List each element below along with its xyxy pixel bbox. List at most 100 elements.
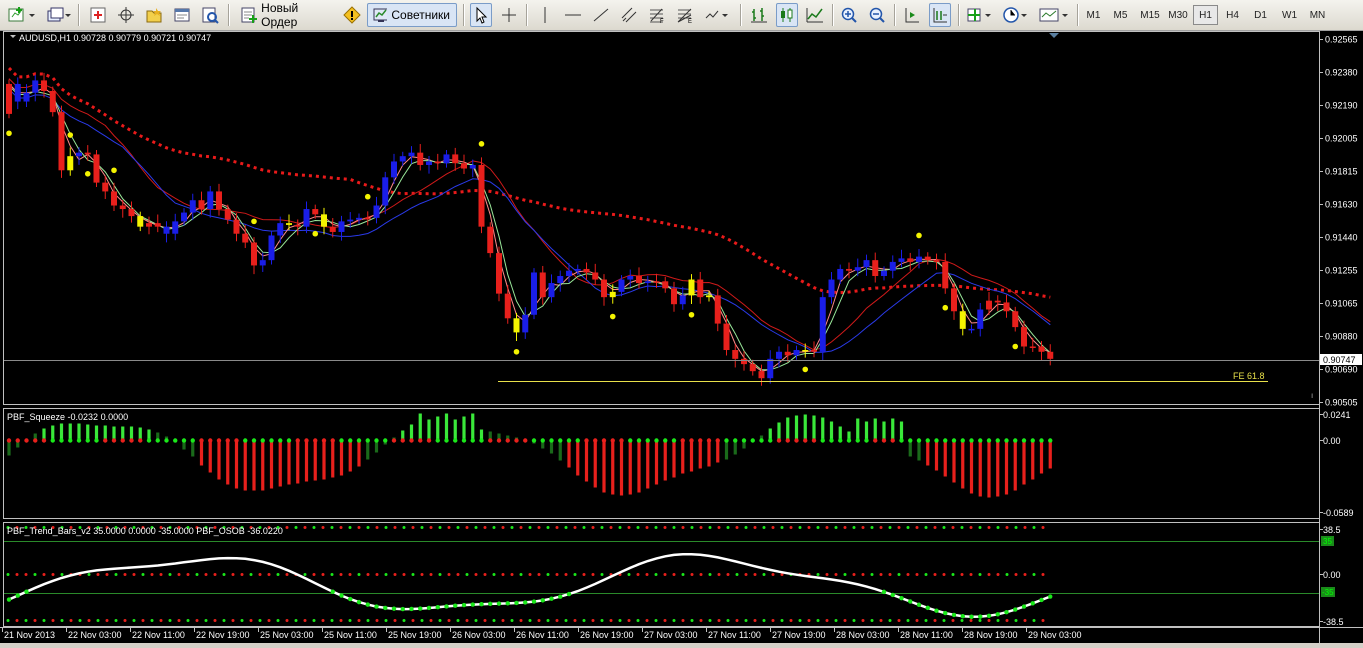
crosshair-button[interactable]	[114, 3, 138, 27]
fibonacci-button[interactable]: F	[646, 3, 668, 27]
trend-mid-dot	[33, 573, 37, 576]
trend-level-dot	[483, 619, 487, 622]
zoom-in-button[interactable]	[838, 3, 860, 27]
chart-shift-button[interactable]	[929, 3, 951, 27]
navigator-button[interactable]	[142, 3, 166, 27]
shapes-menu-button[interactable]	[702, 3, 732, 27]
candle	[854, 258, 861, 277]
squeeze-bar	[217, 440, 221, 480]
osob-oversold-dot	[934, 608, 939, 613]
trend-mid-dot	[501, 573, 505, 576]
fractal-dot	[84, 171, 91, 177]
new-order-button[interactable]: Новый Ордер	[235, 1, 341, 29]
squeeze-bar	[331, 440, 335, 478]
chart-window[interactable]: FE 61.8 AUDUSD,H1 0.90728 0.90779 0.9072…	[0, 31, 1363, 643]
squeeze-dot	[278, 438, 283, 443]
trend-mid-dot	[420, 573, 424, 576]
trend-level-dot	[726, 526, 730, 529]
trend-mid-dot	[663, 573, 667, 576]
squeeze-bar	[707, 440, 711, 467]
advisors-button[interactable]: Советники	[367, 3, 457, 27]
squeeze-dot	[951, 438, 957, 443]
squeeze-bar	[829, 421, 834, 441]
trend-level-dot	[168, 619, 172, 622]
autoscroll-button[interactable]	[901, 3, 923, 27]
tester-button[interactable]	[198, 3, 222, 27]
timeframe-m30-button[interactable]: M30	[1164, 5, 1192, 25]
osob-oversold-dot	[356, 599, 362, 605]
candle	[951, 282, 957, 320]
squeeze-dot	[838, 438, 843, 443]
trendline-button[interactable]	[590, 3, 612, 27]
squeeze-bar	[348, 440, 352, 472]
indicators-button[interactable]	[964, 3, 996, 27]
trend-level-dot	[357, 619, 361, 622]
trend-level-dot	[375, 619, 379, 622]
squeeze-dot	[111, 438, 117, 443]
trend-level-dot	[699, 619, 703, 622]
squeeze-bar	[86, 424, 90, 441]
trend-mid-dot	[528, 573, 532, 576]
squeeze-bar	[1022, 440, 1026, 485]
chart-canvas[interactable]: FE 61.8 AUDUSD,H1 0.90728 0.90779 0.9072…	[0, 31, 1363, 643]
trend-mid-dot	[825, 573, 829, 576]
chart-shift-marker-icon[interactable]	[1049, 33, 1059, 38]
line-chart-button[interactable]	[804, 3, 826, 27]
market-watch-button[interactable]	[86, 3, 110, 27]
squeeze-dot	[234, 438, 239, 443]
timeframe-m5-button[interactable]: M5	[1108, 5, 1133, 25]
trend-level-dot	[294, 526, 298, 529]
trend-level-dot	[456, 619, 460, 622]
cursor-button[interactable]	[470, 3, 492, 27]
trend-level-dot	[618, 526, 622, 529]
timeframe-m1-button[interactable]: M1	[1081, 5, 1106, 25]
expert-advisors-warning-button[interactable]	[341, 3, 363, 27]
candle	[434, 153, 441, 170]
timeframe-mn-button[interactable]: MN	[1305, 5, 1330, 25]
squeeze-dot	[15, 438, 20, 443]
zoom-out-button[interactable]	[866, 3, 888, 27]
profiles-button[interactable]	[43, 3, 73, 27]
bar-chart-button[interactable]	[748, 3, 770, 27]
trend-mid-dot	[717, 573, 721, 576]
trend-level-dot	[546, 526, 550, 529]
squeeze-dot	[558, 438, 563, 443]
trend-mid-dot	[969, 573, 973, 576]
trend-level-dot	[150, 619, 154, 622]
trend-level-dot	[681, 619, 685, 622]
candle	[487, 222, 494, 258]
timeframe-d1-button[interactable]: D1	[1248, 5, 1273, 25]
squeeze-dot	[321, 438, 327, 443]
terminal-button[interactable]	[170, 3, 194, 27]
crosshair-tool-button[interactable]	[498, 3, 520, 27]
trend-level-dot	[15, 619, 19, 622]
equidistant-channel-button[interactable]	[618, 3, 640, 27]
candlestick-chart-button[interactable]	[776, 3, 798, 27]
new-chart-button[interactable]	[4, 3, 40, 27]
warning-icon	[343, 6, 361, 24]
squeeze-dot	[479, 438, 484, 443]
squeeze-bar	[856, 418, 860, 441]
candle	[548, 274, 555, 303]
squeeze-dot	[741, 438, 747, 443]
horizontal-line-button[interactable]	[562, 3, 584, 27]
trend-level-dot	[573, 619, 577, 622]
squeeze-bar	[409, 424, 414, 441]
osob-oversold-dot	[969, 614, 974, 619]
trend-level-dot	[717, 526, 721, 529]
periods-button[interactable]	[1000, 3, 1032, 27]
timeframe-w1-button[interactable]: W1	[1277, 5, 1302, 25]
trend-level-dot	[762, 619, 766, 622]
timeframe-h1-button[interactable]: H1	[1193, 5, 1218, 25]
squeeze-dot	[671, 438, 677, 443]
squeeze-dot	[1013, 438, 1018, 443]
trend-level-dot	[843, 619, 847, 622]
vertical-line-button[interactable]	[534, 3, 556, 27]
fibonacci-fan-button[interactable]: E	[674, 3, 696, 27]
trend-level-dot	[744, 619, 748, 622]
templates-button[interactable]	[1036, 3, 1072, 27]
timeframe-m15-button[interactable]: M15	[1136, 5, 1164, 25]
timeframe-h4-button[interactable]: H4	[1220, 5, 1245, 25]
trend-level-dot	[321, 526, 325, 529]
squeeze-bar	[7, 440, 11, 456]
